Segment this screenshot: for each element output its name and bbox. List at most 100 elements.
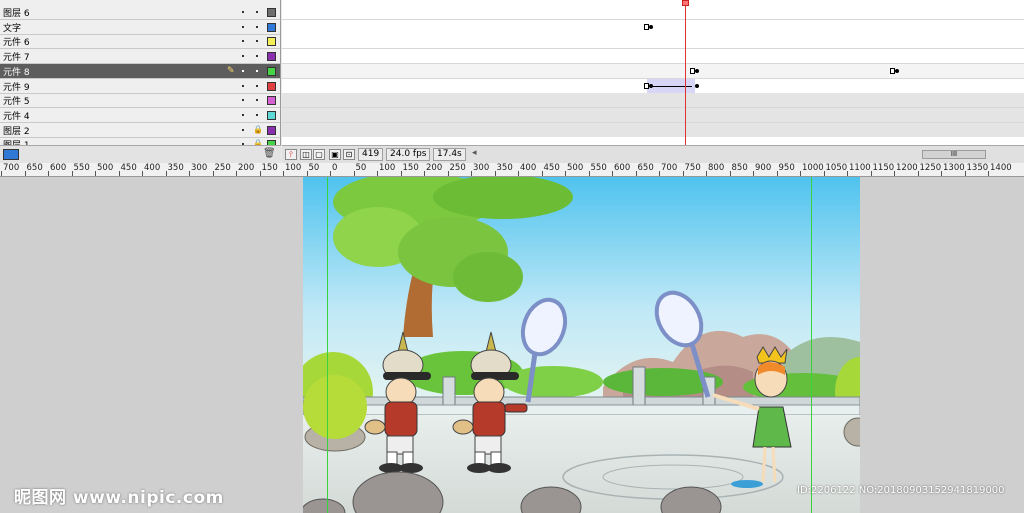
keyframe-dot[interactable]	[695, 84, 699, 88]
stage-canvas[interactable]	[303, 177, 860, 513]
frame-grid[interactable]	[282, 0, 1024, 145]
layer-row[interactable]: 元件 5	[0, 93, 280, 108]
visibility-toggle[interactable]	[242, 40, 244, 42]
ruler-label: 500	[567, 163, 584, 173]
ruler-tick	[518, 171, 519, 176]
layer-row[interactable]: 元件 8 ✎	[0, 64, 280, 79]
layer-row[interactable]: 元件 9	[0, 79, 280, 94]
frame-row[interactable]	[282, 5, 1024, 20]
visibility-toggle[interactable]	[242, 26, 244, 28]
ruler-tick	[823, 171, 825, 176]
layer-row[interactable]: 元件 4	[0, 108, 280, 123]
ruler-label: 700	[3, 163, 20, 173]
keyframe-dot[interactable]	[649, 84, 653, 88]
keyframe-dot[interactable]	[695, 69, 699, 73]
playhead-handle[interactable]	[682, 0, 689, 6]
keyframe-dot[interactable]	[895, 69, 899, 73]
ruler-tick	[353, 171, 355, 176]
ruler-label: 1250	[919, 163, 942, 173]
scroll-left-icon[interactable]: ◂	[472, 148, 477, 158]
ruler-label: 350	[167, 163, 184, 173]
new-layer-icon[interactable]	[3, 149, 19, 160]
ruler-label: 1300	[943, 163, 965, 173]
layer-row[interactable]: 文字	[0, 20, 280, 35]
layer-name: 文字	[3, 24, 22, 34]
ruler-label: 1400	[990, 163, 1012, 173]
lock-toggle[interactable]	[256, 26, 258, 28]
layer-row[interactable]: 元件 7	[0, 49, 280, 64]
ruler-tick	[306, 171, 308, 176]
guide-line-right[interactable]	[811, 177, 812, 513]
frame-span[interactable]	[282, 108, 1024, 122]
lock-toggle[interactable]	[256, 114, 258, 116]
frame-span[interactable]	[282, 93, 1024, 107]
layer-outline-color[interactable]	[267, 8, 276, 17]
frame-span[interactable]	[282, 123, 1024, 137]
ruler-label: 100	[379, 163, 396, 173]
visibility-toggle[interactable]	[242, 55, 244, 57]
timeline-status-bar: ⫯ ◫ ▢ ▣ ⊡ 419 24.0 fps 17.4s ◂ III	[282, 145, 1024, 163]
stage-area[interactable]: 昵图网 www.nipic.com ID:2206122 NO:20180903…	[0, 177, 1024, 513]
ruler-label: 150	[402, 163, 419, 173]
visibility-toggle[interactable]	[242, 99, 244, 101]
ruler-tick	[800, 171, 801, 176]
lock-toggle[interactable]	[256, 70, 258, 72]
layer-outline-color[interactable]	[267, 126, 276, 135]
layer-row[interactable]: 图层 6	[0, 5, 280, 20]
ruler-label: 1350	[966, 163, 989, 173]
onion-outline-icon[interactable]: ▢	[313, 149, 325, 160]
layer-list: 图层 6文字元件 6元件 7元件 8✎元件 9元件 5元件 4图层 2🔒图层 1…	[0, 0, 281, 163]
ruler-tick	[447, 171, 449, 176]
ruler-label: 550	[590, 163, 607, 173]
layer-name: 元件 7	[3, 53, 30, 63]
frame-row[interactable]	[282, 64, 1024, 79]
onion-skin-icon[interactable]: ◫	[300, 149, 312, 160]
ruler-tick	[424, 171, 425, 176]
edit-multiple-frames-icon[interactable]: ▣	[329, 149, 341, 160]
watermark-logo: 昵图网 www.nipic.com	[14, 488, 224, 508]
elapsed-time: 17.4s	[433, 148, 466, 161]
lock-toggle[interactable]	[256, 40, 258, 42]
ruler-tick	[377, 171, 378, 176]
frame-row[interactable]	[282, 49, 1024, 64]
ruler-tick	[753, 171, 754, 176]
lock-toggle[interactable]	[256, 11, 258, 13]
guide-line-left[interactable]	[327, 177, 328, 513]
ruler-tick	[494, 171, 496, 176]
lock-toggle[interactable]	[256, 85, 258, 87]
playhead[interactable]	[685, 0, 686, 163]
layer-outline-color[interactable]	[267, 82, 276, 91]
layer-row[interactable]: 图层 2 🔒	[0, 123, 280, 138]
layer-outline-color[interactable]	[267, 67, 276, 76]
layer-name: 元件 9	[3, 83, 30, 93]
visibility-toggle[interactable]	[242, 114, 244, 116]
scroll-thumb-grip[interactable]: III	[951, 150, 957, 158]
ruler-tick	[870, 171, 872, 176]
layer-outline-color[interactable]	[267, 111, 276, 120]
lock-icon[interactable]: 🔒	[253, 125, 263, 134]
layer-outline-color[interactable]	[267, 23, 276, 32]
visibility-toggle[interactable]	[242, 70, 244, 72]
layer-outline-color[interactable]	[267, 37, 276, 46]
center-frame-icon[interactable]: ⫯	[285, 149, 297, 160]
layer-row[interactable]: 元件 6	[0, 34, 280, 49]
timeline-scrollbar[interactable]: III	[922, 150, 986, 159]
layer-outline-color[interactable]	[267, 96, 276, 105]
timeline-panel: 图层 6文字元件 6元件 7元件 8✎元件 9元件 5元件 4图层 2🔒图层 1…	[0, 0, 1024, 163]
visibility-toggle[interactable]	[242, 129, 244, 131]
layer-outline-color[interactable]	[267, 52, 276, 61]
ruler-tick	[165, 171, 167, 176]
frame-row[interactable]	[282, 20, 1024, 35]
lock-toggle[interactable]	[256, 99, 258, 101]
frame-row[interactable]	[282, 34, 1024, 49]
keyframe-dot[interactable]	[649, 25, 653, 29]
ruler-label: 850	[731, 163, 748, 173]
trash-icon[interactable]: 🗑	[263, 148, 276, 159]
visibility-toggle[interactable]	[242, 11, 244, 13]
lock-toggle[interactable]	[256, 55, 258, 57]
frame-row[interactable]	[282, 137, 1024, 145]
onion-markers-icon[interactable]: ⊡	[343, 149, 355, 160]
current-frame: 419	[358, 148, 384, 161]
visibility-toggle[interactable]	[242, 85, 244, 87]
ruler-tick	[682, 171, 684, 176]
